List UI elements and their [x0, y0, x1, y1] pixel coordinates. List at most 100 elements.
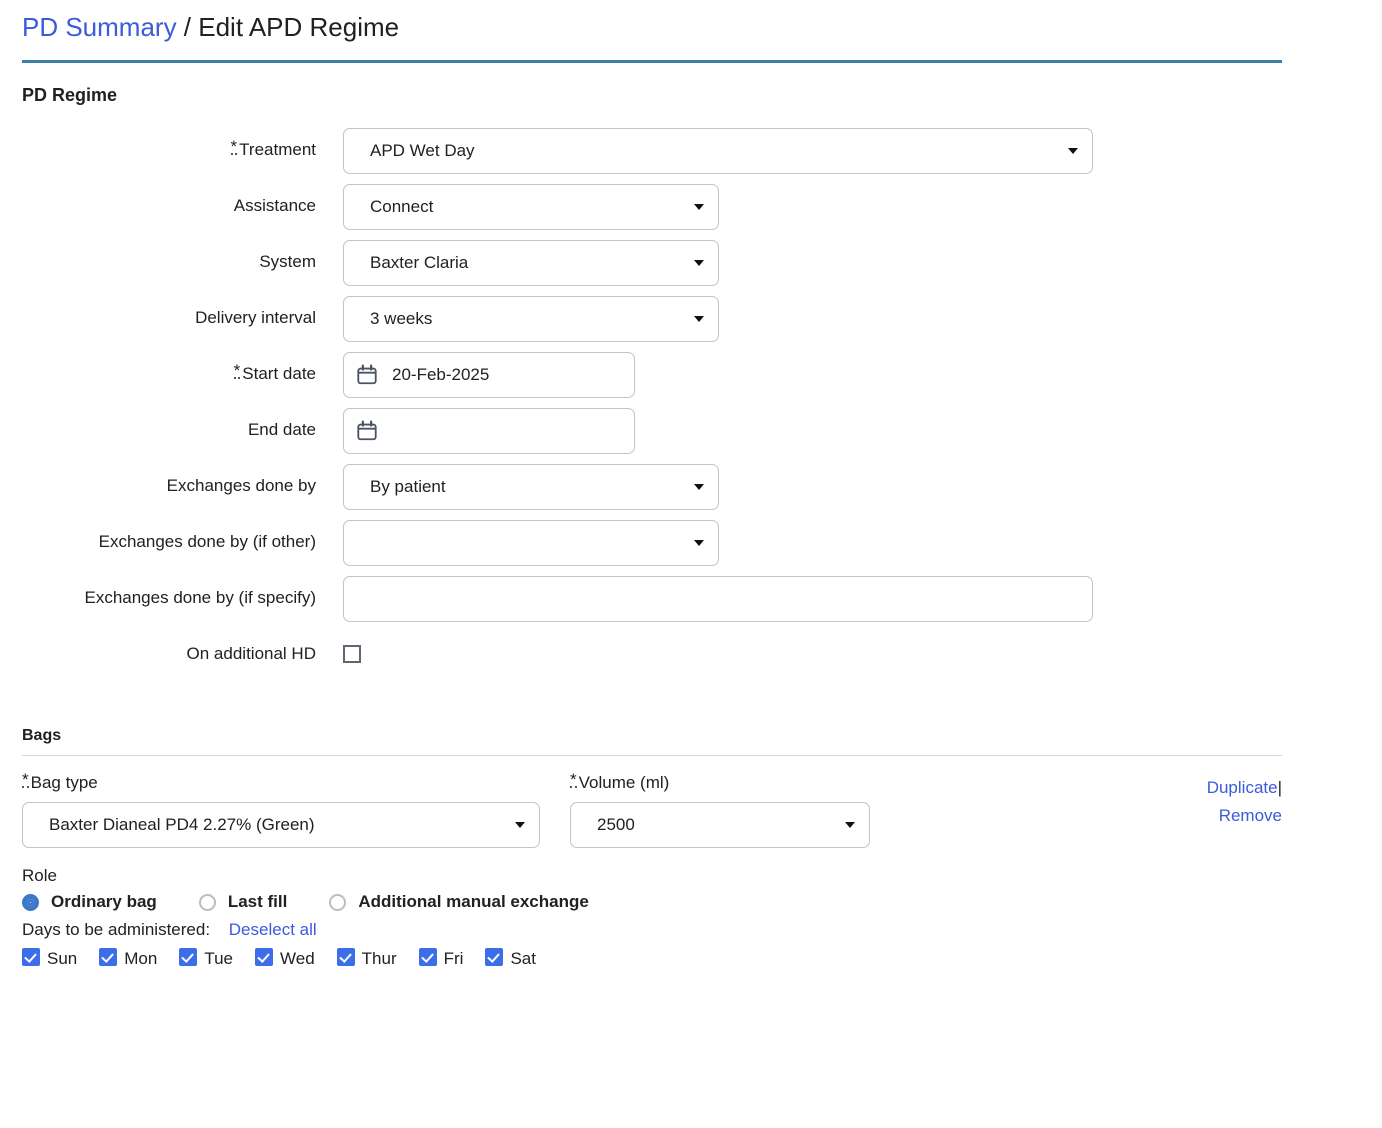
- field-row-exchanges-if-other: Exchanges done by (if other): [0, 520, 1382, 566]
- bags-section-title: Bags: [22, 727, 1382, 745]
- chevron-down-icon: [694, 204, 704, 210]
- checkbox-checked-icon[interactable]: [22, 948, 40, 966]
- label-end-date: End date: [0, 408, 316, 441]
- system-select-value: Baxter Claria: [370, 253, 468, 273]
- checkbox-checked-icon[interactable]: [419, 948, 437, 966]
- days-checkbox-row: Sun Mon Tue Wed Thur Fri: [22, 948, 1382, 969]
- day-checkbox-wed[interactable]: Wed: [255, 948, 315, 969]
- links-separator: |: [1278, 778, 1282, 797]
- label-bag-type: *Bag type: [22, 772, 540, 794]
- exchanges-done-by-select-value: By patient: [370, 477, 446, 497]
- exchanges-done-by-select[interactable]: By patient: [343, 464, 719, 510]
- assistance-select[interactable]: Connect: [343, 184, 719, 230]
- label-volume: *Volume (ml): [570, 772, 870, 794]
- day-label: Tue: [204, 949, 233, 969]
- label-assistance: Assistance: [0, 184, 316, 217]
- field-row-exchanges-if-specify: Exchanges done by (if specify): [0, 576, 1382, 622]
- role-radio-row: Ordinary bag Last fill Additional manual…: [22, 892, 1382, 912]
- field-row-on-additional-hd: On additional HD: [0, 632, 1382, 665]
- day-label: Sat: [510, 949, 536, 969]
- required-marker: *: [570, 775, 577, 788]
- header-divider: [22, 60, 1282, 63]
- end-date-input[interactable]: [343, 408, 635, 454]
- role-option-label: Ordinary bag: [51, 892, 157, 912]
- delivery-interval-select[interactable]: 3 weeks: [343, 296, 719, 342]
- label-volume-text: Volume (ml): [579, 773, 670, 792]
- label-role: Role: [22, 864, 1382, 888]
- treatment-select[interactable]: APD Wet Day: [343, 128, 1093, 174]
- required-marker: *: [231, 142, 238, 155]
- role-option-ordinary-bag[interactable]: Ordinary bag: [22, 892, 157, 912]
- label-treatment-text: Treatment: [239, 140, 316, 159]
- day-checkbox-sat[interactable]: Sat: [485, 948, 536, 969]
- exchanges-if-other-select[interactable]: [343, 520, 719, 566]
- bags-divider: [22, 755, 1282, 756]
- chevron-down-icon: [694, 540, 704, 546]
- bag-type-select[interactable]: Baxter Dianeal PD4 2.27% (Green): [22, 802, 540, 848]
- radio-icon-selected[interactable]: [22, 894, 39, 911]
- day-label: Sun: [47, 949, 77, 969]
- field-row-system: System Baxter Claria: [0, 240, 1382, 286]
- radio-icon[interactable]: [199, 894, 216, 911]
- day-label: Mon: [124, 949, 157, 969]
- chevron-down-icon: [845, 822, 855, 828]
- radio-icon[interactable]: [329, 894, 346, 911]
- role-option-label: Additional manual exchange: [358, 892, 589, 912]
- bag-type-field: *Bag type Baxter Dianeal PD4 2.27% (Gree…: [22, 772, 540, 848]
- label-start-date-text: Start date: [242, 364, 316, 383]
- field-row-end-date: End date: [0, 408, 1382, 454]
- label-bag-type-text: Bag type: [31, 773, 98, 792]
- treatment-select-value: APD Wet Day: [370, 141, 475, 161]
- bag-actions: Duplicate| Remove: [1082, 774, 1282, 830]
- role-group: Role Ordinary bag Last fill Additional m…: [22, 864, 1382, 969]
- start-date-input[interactable]: 20-Feb-2025: [343, 352, 635, 398]
- breadcrumb: PD Summary / Edit APD Regime: [0, 0, 1382, 44]
- day-checkbox-tue[interactable]: Tue: [179, 948, 233, 969]
- checkbox-checked-icon[interactable]: [255, 948, 273, 966]
- volume-select[interactable]: 2500: [570, 802, 870, 848]
- checkbox-checked-icon[interactable]: [337, 948, 355, 966]
- bag-type-select-value: Baxter Dianeal PD4 2.27% (Green): [49, 815, 315, 835]
- volume-field: *Volume (ml) 2500: [570, 772, 870, 848]
- duplicate-bag-link[interactable]: Duplicate: [1207, 778, 1278, 797]
- chevron-down-icon: [694, 260, 704, 266]
- chevron-down-icon: [694, 316, 704, 322]
- exchanges-if-specify-input[interactable]: [343, 576, 1093, 622]
- day-checkbox-sun[interactable]: Sun: [22, 948, 77, 969]
- breadcrumb-current-page: Edit APD Regime: [198, 12, 399, 42]
- checkbox-checked-icon[interactable]: [485, 948, 503, 966]
- field-row-treatment: *Treatment APD Wet Day: [0, 128, 1382, 174]
- remove-bag-link[interactable]: Remove: [1219, 806, 1282, 825]
- day-label: Thur: [362, 949, 397, 969]
- chevron-down-icon: [1068, 148, 1078, 154]
- label-exchanges-if-specify: Exchanges done by (if specify): [0, 576, 316, 609]
- field-row-exchanges-done-by: Exchanges done by By patient: [0, 464, 1382, 510]
- breadcrumb-link-pd-summary[interactable]: PD Summary: [22, 12, 177, 42]
- days-header: Days to be administered: Deselect all: [22, 918, 1382, 942]
- chevron-down-icon: [694, 484, 704, 490]
- page-title: PD Regime: [22, 85, 1382, 106]
- breadcrumb-separator: /: [177, 12, 199, 42]
- system-select[interactable]: Baxter Claria: [343, 240, 719, 286]
- on-additional-hd-checkbox[interactable]: [343, 645, 361, 663]
- calendar-icon[interactable]: [356, 364, 378, 386]
- label-system: System: [0, 240, 316, 273]
- volume-select-value: 2500: [597, 815, 635, 835]
- start-date-value: 20-Feb-2025: [392, 365, 489, 385]
- day-checkbox-thur[interactable]: Thur: [337, 948, 397, 969]
- checkbox-checked-icon[interactable]: [179, 948, 197, 966]
- label-start-date: *Start date: [0, 352, 316, 385]
- role-option-last-fill[interactable]: Last fill: [199, 892, 288, 912]
- role-option-label: Last fill: [228, 892, 288, 912]
- deselect-all-link[interactable]: Deselect all: [229, 920, 317, 939]
- role-option-additional-manual-exchange[interactable]: Additional manual exchange: [329, 892, 589, 912]
- day-label: Fri: [444, 949, 464, 969]
- field-row-start-date: *Start date 20-Feb-2025: [0, 352, 1382, 398]
- label-on-additional-hd: On additional HD: [0, 632, 316, 665]
- day-checkbox-fri[interactable]: Fri: [419, 948, 464, 969]
- day-checkbox-mon[interactable]: Mon: [99, 948, 157, 969]
- label-delivery-interval: Delivery interval: [0, 296, 316, 329]
- label-exchanges-done-by: Exchanges done by: [0, 464, 316, 497]
- checkbox-checked-icon[interactable]: [99, 948, 117, 966]
- calendar-icon[interactable]: [356, 420, 378, 442]
